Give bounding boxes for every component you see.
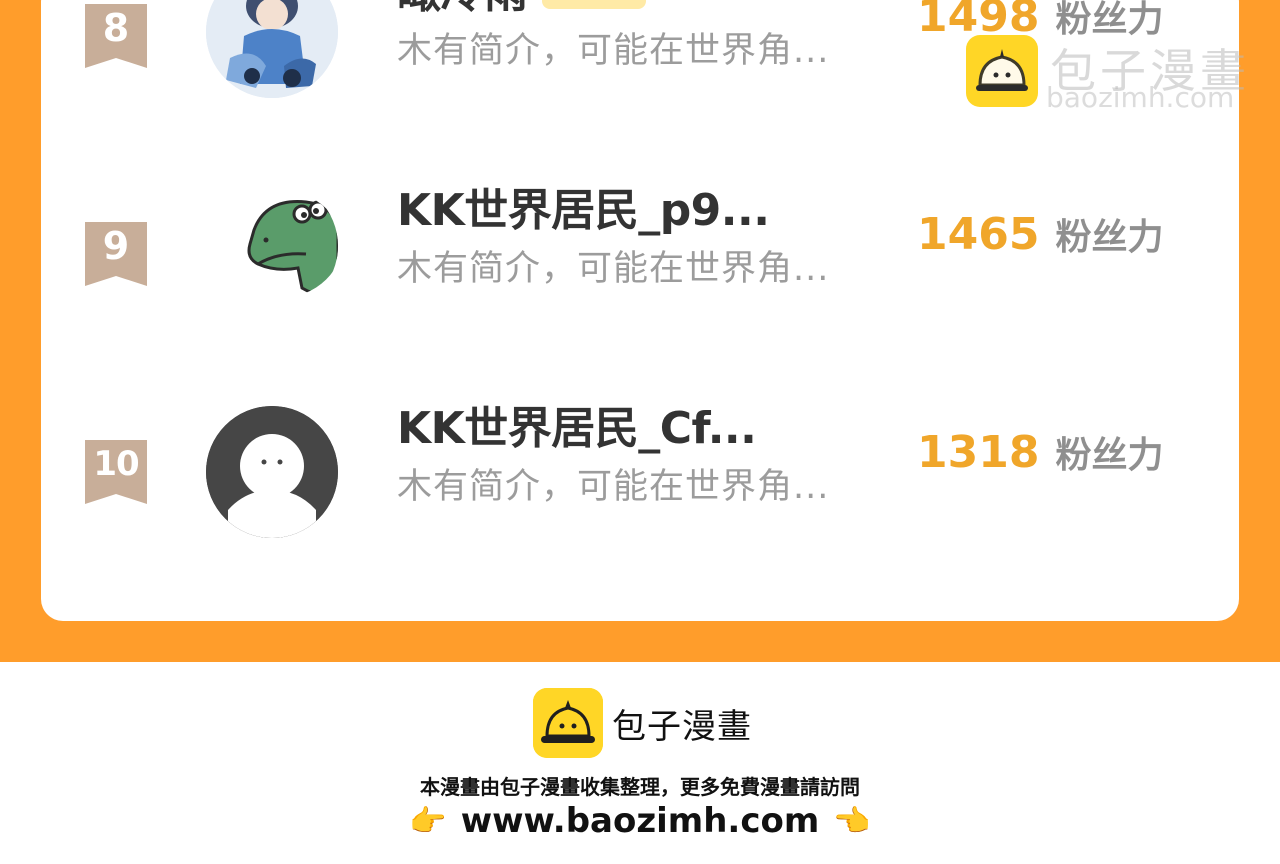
avatar[interactable] bbox=[206, 180, 338, 312]
avatar[interactable] bbox=[206, 0, 338, 98]
rank-badge: 10 bbox=[85, 440, 147, 504]
watermark: 包子漫畫 baozimh.com bbox=[966, 35, 1266, 125]
fan-score-value: 1318 bbox=[917, 427, 1040, 478]
bun-logo-icon bbox=[966, 35, 1038, 107]
fan-score-unit: 粉丝力 bbox=[1055, 217, 1164, 258]
rank-number: 9 bbox=[102, 224, 130, 268]
ranking-row[interactable]: 9 KK世界居民_p9... 木有简介，可能在世界角... 1465 粉丝力 bbox=[41, 180, 1239, 312]
fan-level-badge: 大粉丝 bbox=[541, 0, 646, 9]
bun-logo-icon bbox=[533, 688, 603, 758]
user-description: 木有简介，可能在世界角... bbox=[397, 467, 830, 507]
user-name[interactable]: KK世界居民_Cf... bbox=[397, 392, 757, 456]
watermark-url: baozimh.com bbox=[1046, 81, 1235, 114]
footer-notice: 本漫畫由包子漫畫收集整理，更多免費漫畫請訪問 bbox=[420, 775, 860, 799]
fan-score: 1318 粉丝力 bbox=[917, 426, 1163, 478]
ranking-row[interactable]: 10 KK世界居民_Cf... 木有简介，可能在世界角... 1318 粉丝力 bbox=[41, 400, 1239, 538]
footer-url-line: 👉 www.baozimh.com 👈 bbox=[0, 801, 1280, 841]
fan-score-value: 1465 bbox=[917, 209, 1040, 260]
user-name[interactable]: 瞰冷雨 bbox=[397, 0, 528, 20]
user-name[interactable]: KK世界居民_p9... bbox=[397, 174, 770, 238]
fan-score: 1465 粉丝力 bbox=[917, 208, 1163, 260]
footer-url-link[interactable]: www.baozimh.com bbox=[461, 801, 820, 841]
rank-number: 10 bbox=[93, 444, 139, 484]
rank-number: 8 bbox=[102, 6, 130, 50]
avatar[interactable] bbox=[206, 406, 338, 538]
pointing-right-hand-icon: 👉 bbox=[409, 803, 447, 839]
user-description: 木有简介，可能在世界角... bbox=[397, 249, 830, 289]
rank-badge: 8 bbox=[85, 4, 147, 68]
user-name-line: 瞰冷雨 大粉丝 bbox=[397, 0, 646, 18]
user-name-line: KK世界居民_p9... bbox=[397, 174, 770, 238]
footer-brand: 包子漫畫 bbox=[612, 707, 752, 747]
rank-badge: 9 bbox=[85, 222, 147, 286]
fan-score-unit: 粉丝力 bbox=[1055, 435, 1164, 476]
pointing-left-hand-icon: 👈 bbox=[833, 803, 871, 839]
user-name-line: KK世界居民_Cf... bbox=[397, 392, 757, 456]
user-description: 木有简介，可能在世界角... bbox=[397, 31, 830, 71]
